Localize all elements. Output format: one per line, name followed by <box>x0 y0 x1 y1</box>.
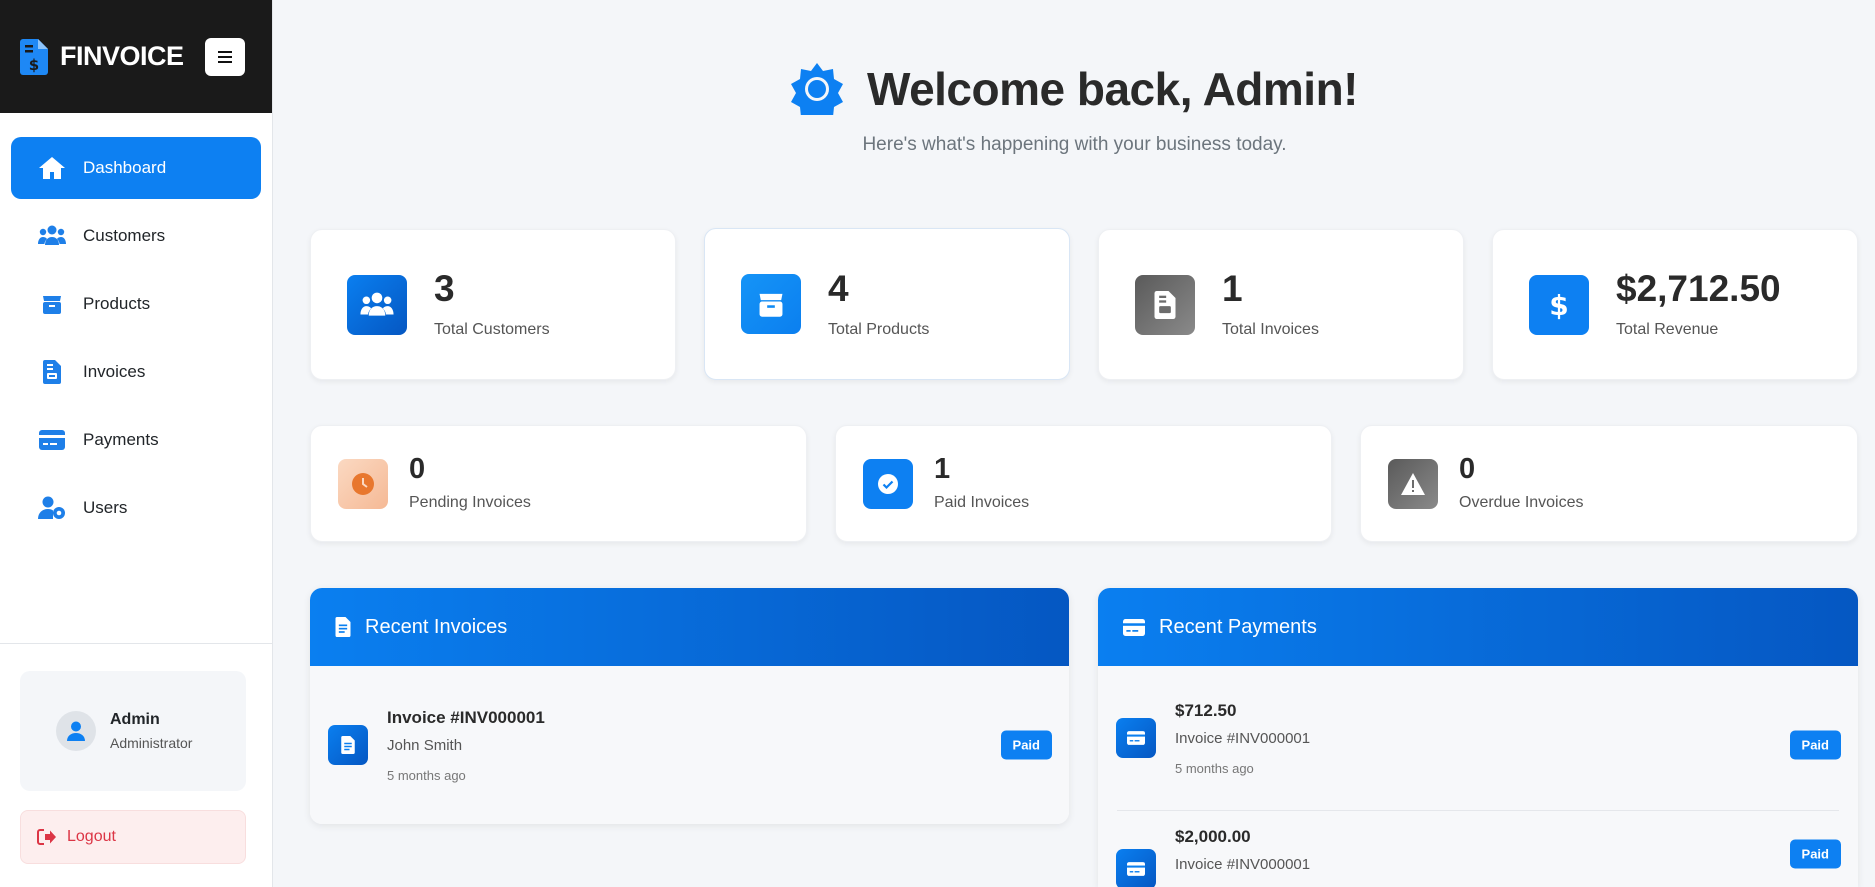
user-role: Administrator <box>110 735 193 751</box>
payment-invoice: Invoice #INV000001 <box>1175 856 1311 873</box>
sidebar-item-customers[interactable]: Customers <box>11 205 261 267</box>
page-subtitle: Here's what's happening with your busine… <box>862 134 1287 155</box>
sidebar-item-products[interactable]: Products <box>11 273 261 335</box>
sidebar-item-label: Customers <box>83 226 166 245</box>
stat-label: Pending Invoices <box>409 494 531 511</box>
users-icon <box>37 223 67 249</box>
brand-header: $ FINVOICE <box>0 0 272 113</box>
invoice-list-item[interactable]: Invoice #INV000001 John Smith 5 months a… <box>310 666 1069 824</box>
home-icon <box>37 155 67 181</box>
stat-value: 4 <box>828 267 849 309</box>
payment-list-item[interactable]: $2,000.00 Invoice #INV000001 Paid <box>1098 811 1858 887</box>
credit-card-icon <box>1123 618 1145 636</box>
payment-amount: $2,000.00 <box>1175 827 1251 846</box>
sidebar-item-label: Products <box>83 294 151 313</box>
sidebar-item-label: Payments <box>83 430 159 449</box>
invoice-icon <box>328 725 368 765</box>
sidebar-item-label: Dashboard <box>83 158 167 177</box>
sun-icon <box>790 63 843 115</box>
sidebar-item-invoices[interactable]: Invoices <box>11 341 261 403</box>
invoice-icon <box>37 359 67 385</box>
stat-label: Overdue Invoices <box>1459 494 1584 511</box>
avatar <box>56 711 96 751</box>
stat-card-pending-invoices[interactable]: 0 Pending Invoices <box>310 425 807 542</box>
panel-header: Recent Payments <box>1098 588 1858 666</box>
status-badge: Paid <box>1000 730 1052 760</box>
stat-value: 0 <box>409 453 426 485</box>
stat-value: 1 <box>1222 268 1243 309</box>
stat-value: $2,712.50 <box>1616 268 1781 309</box>
user-cog-icon <box>37 495 67 521</box>
sidebar-item-payments[interactable]: Payments <box>11 409 261 471</box>
svg-text:$: $ <box>29 56 39 74</box>
svg-text:$: $ <box>1549 289 1568 321</box>
user-name: Admin <box>110 711 160 728</box>
sidebar-toggle-button[interactable] <box>205 37 245 76</box>
logout-button[interactable]: Logout <box>20 810 246 864</box>
main-content: Welcome back, Admin! Here's what's happe… <box>274 0 1875 887</box>
check-circle-icon <box>863 458 913 509</box>
sidebar-nav: Dashboard Customers Products Invoices Pa… <box>0 113 272 539</box>
sidebar-item-users[interactable]: Users <box>11 477 261 539</box>
welcome-section: Welcome back, Admin! Here's what's happe… <box>274 62 1875 156</box>
sidebar-item-label: Invoices <box>83 362 146 381</box>
stat-label: Total Invoices <box>1222 321 1319 338</box>
brand-name: FINVOICE <box>60 41 184 71</box>
panel-title: Recent Invoices <box>365 615 508 638</box>
stat-label: Total Customers <box>434 321 550 338</box>
credit-card-icon <box>37 427 67 453</box>
stat-value: 0 <box>1459 453 1476 485</box>
page-title: Welcome back, Admin! <box>866 63 1359 115</box>
user-card[interactable]: Admin Administrator <box>20 671 246 791</box>
stat-value: 3 <box>434 268 455 309</box>
menu-icon <box>218 50 232 63</box>
panel-header: Recent Invoices <box>310 588 1069 666</box>
stat-label: Total Revenue <box>1616 321 1719 338</box>
sidebar: $ FINVOICE Dashboard Customers Products <box>0 0 273 887</box>
invoice-number: Invoice #INV000001 <box>387 707 545 727</box>
recent-invoices-panel: Recent Invoices Invoice #INV000001 John … <box>310 588 1069 824</box>
stat-card-paid-invoices[interactable]: 1 Paid Invoices <box>835 425 1332 542</box>
logout-icon <box>37 829 57 845</box>
invoice-time: 5 months ago <box>387 767 466 783</box>
user-icon <box>67 721 85 741</box>
stat-value: 1 <box>934 453 951 485</box>
invoice-dollar-icon: $ <box>20 38 48 75</box>
payment-invoice: Invoice #INV000001 <box>1175 729 1311 747</box>
stat-label: Paid Invoices <box>934 494 1030 511</box>
credit-card-icon <box>1116 718 1156 758</box>
box-icon <box>37 291 67 317</box>
sidebar-footer: Admin Administrator Logout <box>0 643 272 887</box>
warning-icon <box>1388 458 1438 509</box>
users-icon <box>347 274 407 335</box>
stat-card-products[interactable]: 4 Total Products <box>704 228 1070 380</box>
payment-amount: $712.50 <box>1175 700 1237 720</box>
payment-time: 5 months ago <box>1175 760 1254 776</box>
stat-card-customers[interactable]: 3 Total Customers <box>310 229 676 380</box>
payment-list-item[interactable]: $712.50 Invoice #INV000001 5 months ago … <box>1098 666 1858 810</box>
clock-icon <box>338 458 388 509</box>
stat-card-invoices[interactable]: 1 Total Invoices <box>1098 229 1464 380</box>
sidebar-item-label: Users <box>83 498 128 517</box>
status-badge: Paid <box>1789 839 1841 869</box>
status-badge: Paid <box>1789 730 1841 760</box>
sidebar-item-dashboard[interactable]: Dashboard <box>11 137 261 199</box>
credit-card-icon <box>1116 849 1156 887</box>
stat-card-revenue[interactable]: $ $2,712.50 Total Revenue <box>1492 229 1858 380</box>
invoice-icon <box>1135 274 1195 335</box>
dollar-icon: $ <box>1529 274 1589 335</box>
stat-label: Total Products <box>828 320 930 338</box>
recent-payments-panel: Recent Payments $712.50 Invoice #INV0000… <box>1098 588 1858 887</box>
stat-card-overdue-invoices[interactable]: 0 Overdue Invoices <box>1360 425 1858 542</box>
invoice-customer: John Smith <box>387 736 463 754</box>
panel-title: Recent Payments <box>1159 615 1317 638</box>
invoice-icon <box>335 617 351 637</box>
box-icon <box>741 274 801 334</box>
logout-label: Logout <box>67 828 116 845</box>
